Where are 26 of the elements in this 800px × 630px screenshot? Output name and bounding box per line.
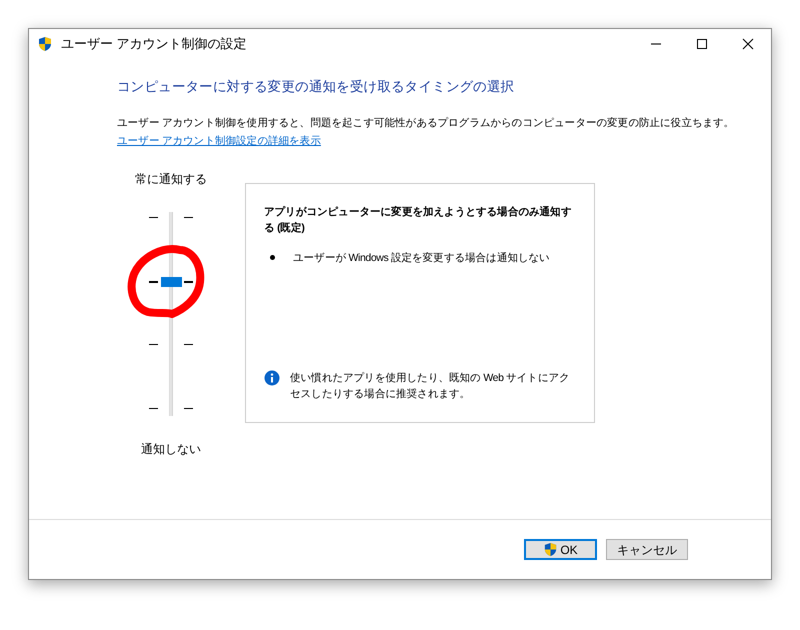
tick-mark bbox=[184, 408, 193, 410]
cancel-button[interactable]: キャンセル bbox=[606, 539, 688, 560]
tick-mark bbox=[149, 216, 158, 218]
shield-icon bbox=[543, 542, 558, 557]
window-title: ユーザー アカウント制御の設定 bbox=[61, 35, 248, 54]
bullet-text: ユーザーが Windows 設定を変更する場合は通知しない bbox=[293, 250, 550, 266]
tick-mark bbox=[184, 344, 193, 346]
details-link[interactable]: ユーザー アカウント制御設定の詳細を表示 bbox=[117, 135, 321, 148]
slider-top-label: 常に通知する bbox=[135, 170, 207, 188]
note-text: 使い慣れたアプリを使用したり、既知の Web サイトにアクセスしたりする場合に推奨されます。 bbox=[290, 370, 571, 402]
panel-title: アプリがコンピューターに変更を加えようとする場合のみ通知する (既定) bbox=[264, 204, 572, 236]
tick-mark bbox=[184, 280, 193, 283]
slider-bottom-label: 通知しない bbox=[141, 440, 201, 458]
tick-mark bbox=[184, 216, 193, 218]
heading: コンピューターに対する変更の通知を受け取るタイミングの選択 bbox=[117, 79, 516, 96]
description: ユーザー アカウント制御を使用すると、問題を起こす可能性があるプログラムからのコンピューターの変更の防止に役立ちます。 bbox=[117, 116, 736, 132]
tick-mark bbox=[149, 280, 158, 283]
close-icon bbox=[742, 38, 754, 50]
bullet-icon bbox=[270, 255, 275, 260]
tick-mark bbox=[149, 408, 158, 410]
slider-thumb[interactable] bbox=[160, 276, 182, 287]
info-icon bbox=[264, 370, 280, 386]
maximize-icon bbox=[696, 38, 708, 50]
shield-icon bbox=[37, 36, 53, 52]
tick-mark bbox=[149, 344, 158, 346]
ok-button[interactable]: OK bbox=[524, 539, 597, 560]
